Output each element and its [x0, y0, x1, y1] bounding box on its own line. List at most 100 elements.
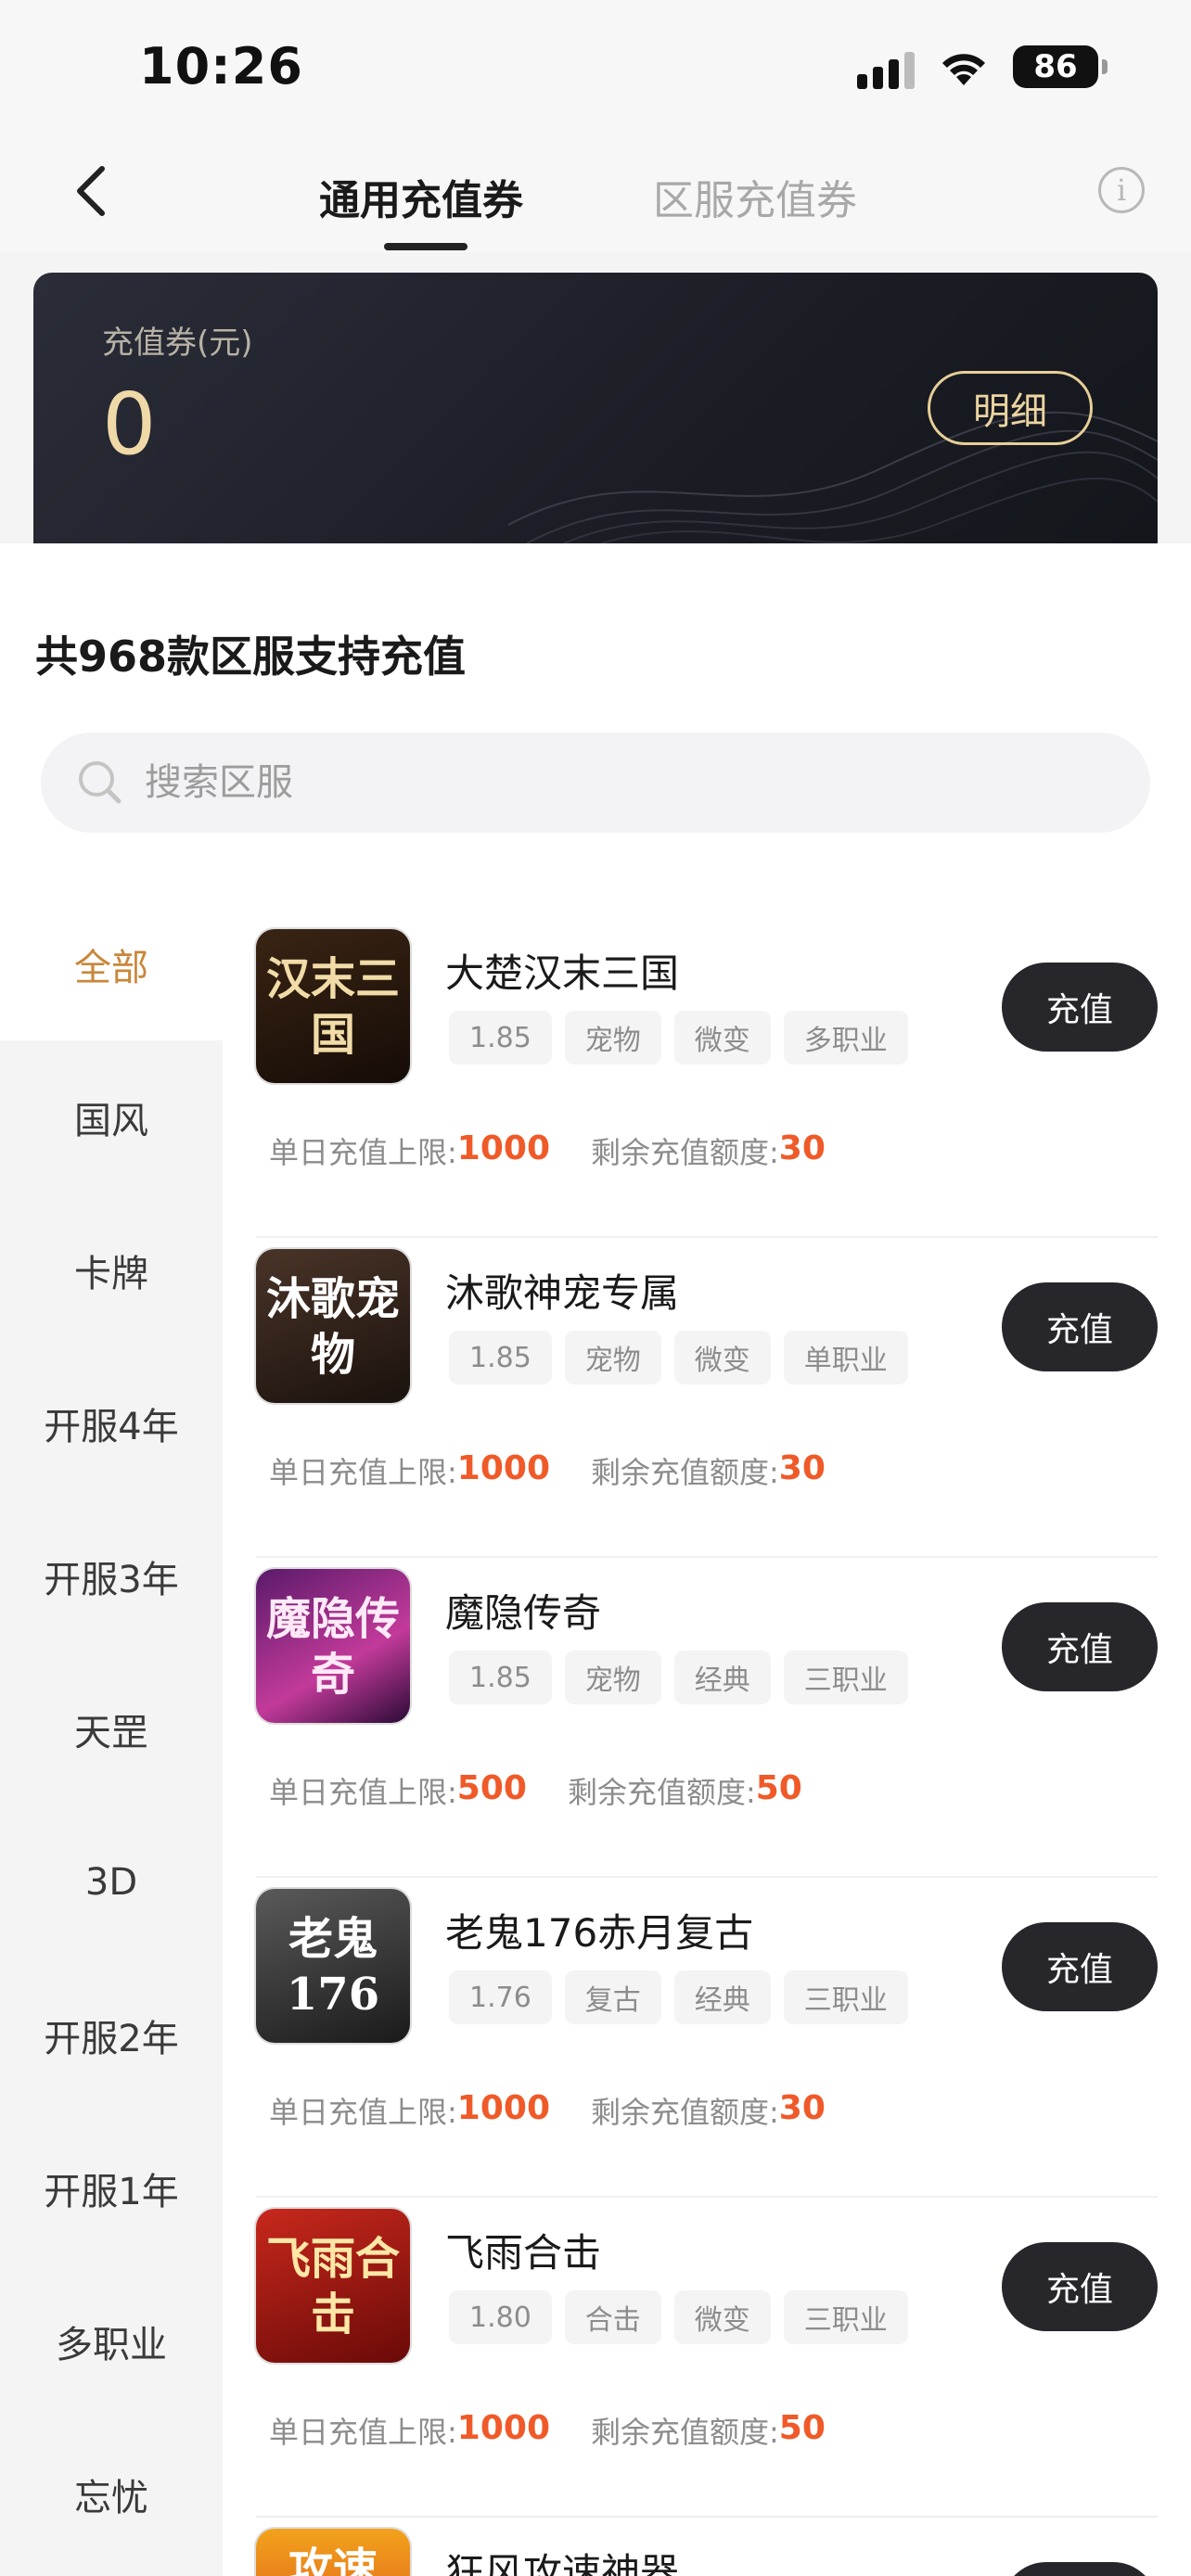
remaining-value: 50: [755, 1769, 802, 1807]
voucher-balance: 0: [102, 375, 157, 474]
remaining-label: 剩余充值额度:: [567, 1775, 756, 1810]
category-all[interactable]: 全部: [0, 887, 223, 1040]
category-3d[interactable]: 3D: [0, 1805, 223, 1958]
tag: 1.85: [449, 1011, 552, 1065]
charge-button[interactable]: 充值: [1002, 1602, 1158, 1691]
top-nav: 通用充值券 区服充值券 i: [0, 130, 1191, 252]
game-thumbnail: 老鬼176: [256, 1889, 410, 2043]
tag: 1.80: [449, 2290, 552, 2344]
voucher-label: 充值券(元): [102, 325, 253, 362]
daily-limit-value: 1000: [456, 1449, 550, 1487]
server-count-title: 共968款区服支持充值: [35, 631, 467, 682]
status-bar: 10:26 86: [0, 0, 1191, 130]
game-name: 狂风攻速神器: [445, 2550, 680, 2576]
charge-button[interactable]: 充值: [1002, 2562, 1158, 2576]
tag: 宠物: [564, 1331, 661, 1384]
tag-list: 1.85 宠物 微变 单职业: [449, 1331, 908, 1384]
daily-limit-label: 单日充值上限:: [269, 1775, 457, 1810]
remaining-label: 剩余充值额度:: [591, 1135, 779, 1170]
tag: 1.76: [449, 1970, 552, 2024]
game-name: 飞雨合击: [445, 2230, 602, 2276]
category-open-3y[interactable]: 开服3年: [0, 1499, 223, 1652]
tag: 三职业: [783, 1651, 908, 1704]
category-card[interactable]: 卡牌: [0, 1193, 223, 1346]
tag: 微变: [673, 1331, 771, 1384]
tag: 三职业: [783, 2290, 908, 2344]
charge-button[interactable]: 充值: [1002, 1922, 1158, 2011]
tag-list: 1.76 复古 经典 三职业: [449, 1970, 908, 2024]
search-input[interactable]: [145, 761, 980, 804]
status-time: 10:26: [139, 37, 303, 96]
remaining-value: 30: [778, 2089, 826, 2127]
thumbnail-text: 攻速: [288, 2544, 378, 2576]
category-tiangang[interactable]: 天罡: [0, 1652, 223, 1805]
remaining-label: 剩余充值额度:: [591, 2415, 779, 2450]
daily-limit-value: 1000: [456, 2089, 550, 2127]
back-button[interactable]: [63, 163, 119, 219]
daily-limit-label: 单日充值上限:: [269, 1455, 457, 1490]
daily-limit-value: 1000: [456, 1129, 550, 1167]
category-open-4y[interactable]: 开服4年: [0, 1346, 223, 1499]
thumbnail-text: 飞雨合击: [265, 2233, 400, 2340]
limit-info: 单日充值上限: 1000 剩余充值额度: 30: [269, 2089, 826, 2132]
list-item[interactable]: 攻速 狂风攻速神器 充值: [256, 2518, 1158, 2576]
battery-icon: 86: [1013, 45, 1108, 88]
charge-button[interactable]: 充值: [1002, 1282, 1158, 1371]
category-guofeng[interactable]: 国风: [0, 1040, 223, 1193]
tag: 三职业: [783, 1970, 908, 2024]
tag: 微变: [673, 2290, 771, 2344]
limit-info: 单日充值上限: 500 剩余充值额度: 50: [269, 1769, 802, 1812]
tag: 1.85: [449, 1331, 552, 1384]
game-thumbnail: 汉末三国: [256, 929, 410, 1083]
remaining-value: 30: [778, 1449, 826, 1487]
daily-limit-label: 单日充值上限:: [269, 2415, 457, 2450]
voucher-card: 充值券(元) 0 明细: [33, 273, 1158, 543]
detail-button[interactable]: 明细: [928, 371, 1093, 445]
daily-limit-value: 1000: [456, 2409, 550, 2447]
game-thumbnail: 魔隐传奇: [256, 1569, 410, 1723]
search-icon: [79, 761, 122, 804]
list-item[interactable]: 汉末三国 大楚汉末三国 1.85 宠物 微变 多职业 充值 单日充值上限: 100…: [256, 918, 1158, 1238]
list-item[interactable]: 魔隐传奇 魔隐传奇 1.85 宠物 经典 三职业 充值 单日充值上限: 500 剩…: [256, 1558, 1158, 1878]
category-open-2y[interactable]: 开服2年: [0, 1958, 223, 2111]
tag-list: 1.85 宠物 经典 三职业: [449, 1651, 908, 1704]
category-multi-class[interactable]: 多职业: [0, 2264, 223, 2417]
game-name: 沐歌神宠专属: [445, 1270, 680, 1316]
tag: 微变: [673, 1011, 771, 1065]
charge-button[interactable]: 充值: [1002, 2242, 1158, 2331]
limit-info: 单日充值上限: 1000 剩余充值额度: 50: [269, 2409, 826, 2452]
thumbnail-text: 老鬼176: [286, 1913, 380, 2021]
remaining-label: 剩余充值额度:: [591, 1455, 779, 1490]
chevron-left-icon: [77, 166, 105, 216]
daily-limit-value: 500: [456, 1769, 527, 1807]
info-icon[interactable]: i: [1098, 167, 1145, 213]
status-icons: 86: [857, 45, 1108, 89]
category-wangyou[interactable]: 忘忧: [0, 2417, 223, 2570]
tag: 经典: [673, 1651, 771, 1704]
thumbnail-text: 汉末三国: [265, 953, 400, 1061]
tag: 宠物: [564, 1651, 661, 1704]
list-item[interactable]: 沐歌宠物 沐歌神宠专属 1.85 宠物 微变 单职业 充值 单日充值上限: 100…: [256, 1238, 1158, 1558]
game-name: 魔隐传奇: [445, 1590, 602, 1636]
limit-info: 单日充值上限: 1000 剩余充值额度: 30: [269, 1449, 826, 1492]
tag: 1.85: [449, 1651, 552, 1704]
tag: 合击: [564, 2290, 661, 2344]
charge-button[interactable]: 充值: [1002, 963, 1158, 1052]
game-thumbnail: 攻速: [256, 2529, 410, 2576]
category-open-1y[interactable]: 开服1年: [0, 2111, 223, 2264]
tag: 多职业: [783, 1011, 908, 1065]
tab-general-voucher[interactable]: 通用充值券: [319, 167, 523, 226]
tab-server-voucher[interactable]: 区服充值券: [653, 167, 857, 226]
tag: 复古: [564, 1970, 661, 2024]
tag-list: 1.80 合击 微变 三职业: [449, 2290, 908, 2344]
list-item[interactable]: 飞雨合击 飞雨合击 1.80 合击 微变 三职业 充值 单日充值上限: 1000 …: [256, 2198, 1158, 2518]
thumbnail-text: 魔隐传奇: [265, 1593, 400, 1701]
tag: 单职业: [783, 1331, 908, 1384]
list-item[interactable]: 老鬼176 老鬼176赤月复古 1.76 复古 经典 三职业 充值 单日充值上限…: [256, 1878, 1158, 2198]
game-thumbnail: 飞雨合击: [256, 2209, 410, 2363]
tab-active-indicator: [384, 243, 467, 250]
wifi-icon: [937, 46, 991, 87]
cellular-signal-icon: [857, 45, 915, 89]
search-bar[interactable]: [41, 733, 1150, 833]
limit-info: 单日充值上限: 1000 剩余充值额度: 30: [269, 1129, 826, 1172]
